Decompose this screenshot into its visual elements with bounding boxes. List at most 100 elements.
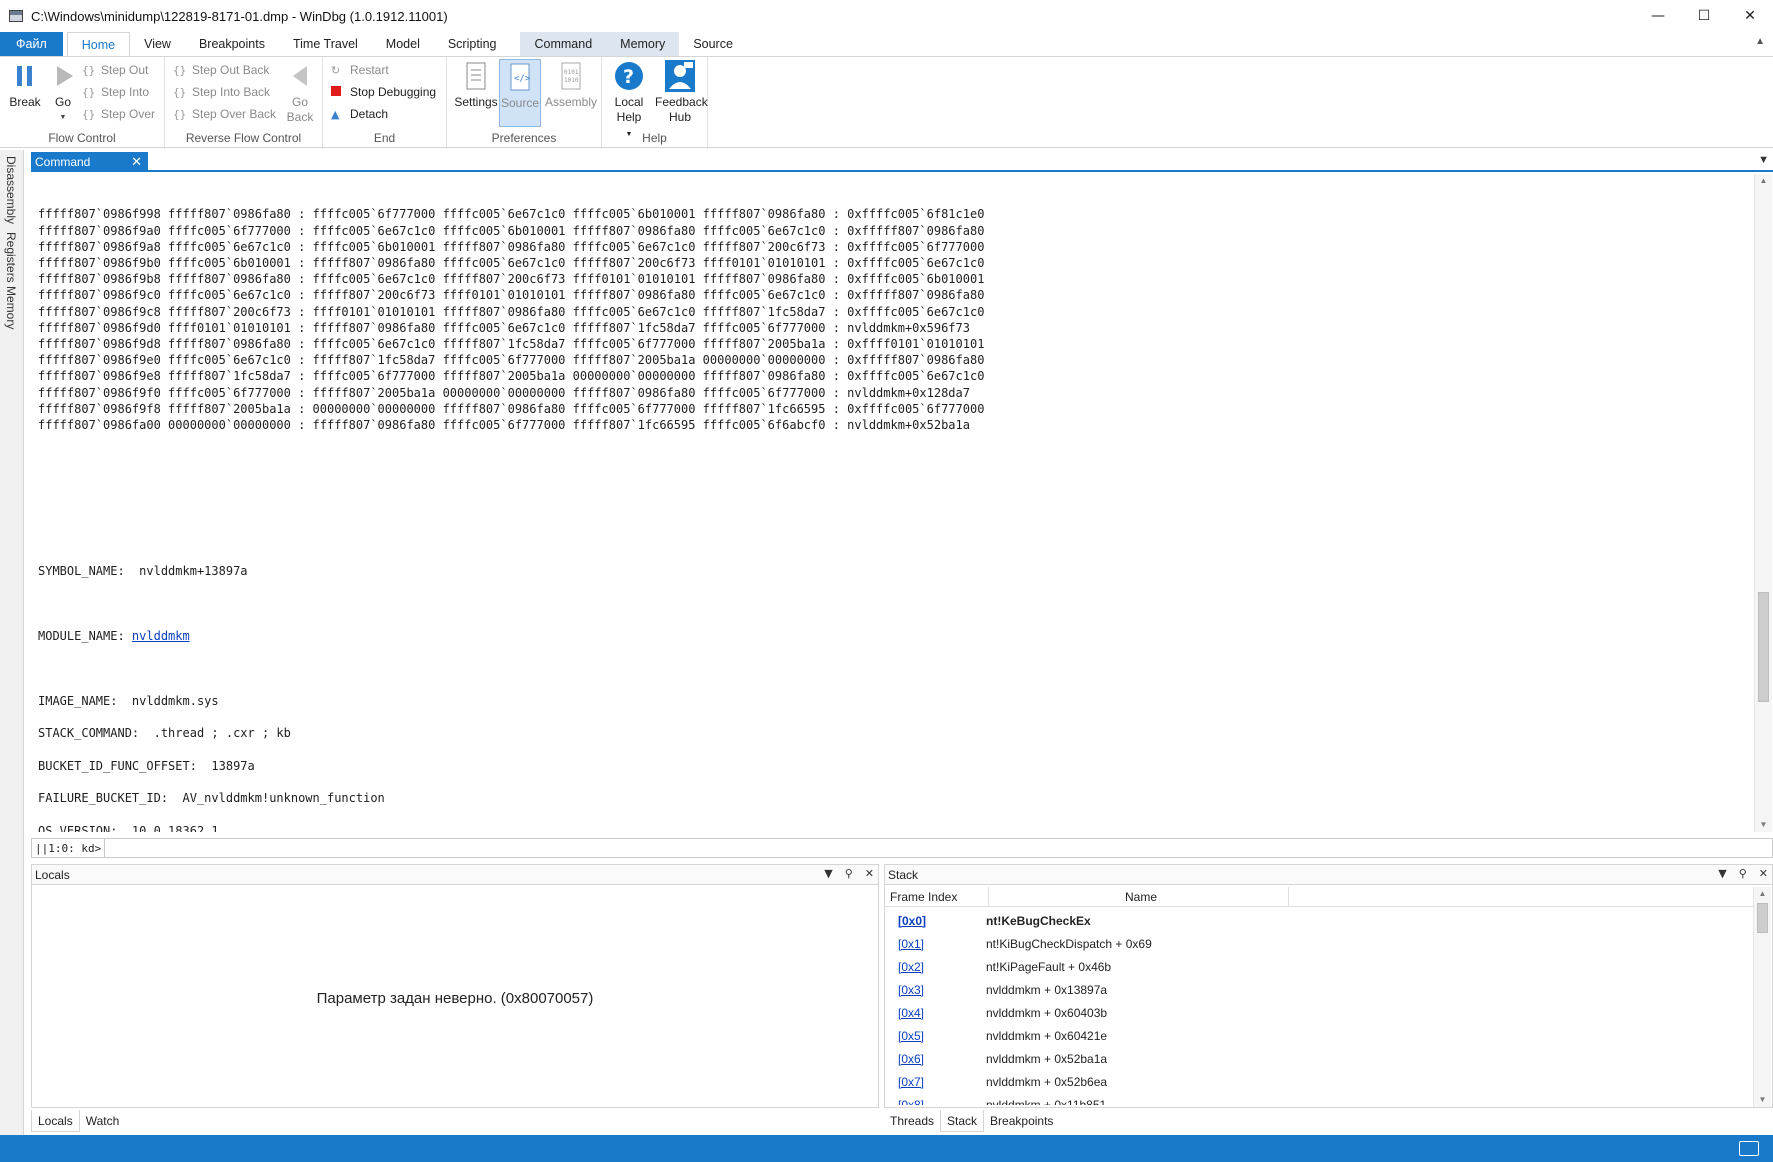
hex-dump-lines: fffff807`0986f998 fffff807`0986fa80 : ff…	[38, 206, 1753, 433]
tab-watch[interactable]: Watch	[80, 1110, 126, 1132]
pause-icon	[9, 59, 41, 93]
command-scrollbar[interactable]: ▲ ▼	[1754, 174, 1772, 832]
hex-dump-line: fffff807`0986f9c0 ffffc005`6e67c1c0 : ff…	[38, 288, 985, 303]
maximize-button[interactable]: ☐	[1681, 0, 1727, 32]
step-into-button[interactable]: {} Step Into	[82, 82, 149, 102]
stack-frame-row[interactable]: [0x8] nvlddmkm + 0x11b851	[885, 1093, 1753, 1106]
step-over-back-button[interactable]: {} Step Over Back	[173, 104, 276, 124]
tab-threads[interactable]: Threads	[884, 1110, 940, 1132]
scroll-up-icon[interactable]: ▲	[1755, 174, 1772, 188]
help-label: Help	[642, 131, 667, 145]
frame-index-cell: [0x7]	[885, 1075, 985, 1089]
minimize-button[interactable]: —	[1635, 0, 1681, 32]
restart-button[interactable]: ↻ Restart	[331, 60, 389, 80]
frame-index-link[interactable]: [0x3]	[898, 983, 924, 997]
frame-index-link[interactable]: [0x2]	[898, 960, 924, 974]
step-out-button[interactable]: {} Step Out	[82, 60, 148, 80]
local-help-button[interactable]: ? Local Help ▼	[608, 59, 650, 142]
frame-index-link[interactable]: [0x0]	[898, 914, 926, 928]
frame-index-link[interactable]: [0x7]	[898, 1075, 924, 1089]
side-tab-disassembly[interactable]: Disassembly	[4, 156, 18, 224]
stop-debugging-button[interactable]: Stop Debugging	[331, 82, 436, 102]
frame-index-link[interactable]: [0x6]	[898, 1052, 924, 1066]
stack-frame-row[interactable]: [0x0] nt!KeBugCheckEx	[885, 909, 1753, 932]
tab-source[interactable]: Source	[679, 32, 747, 56]
column-name[interactable]: Name	[989, 887, 1289, 906]
tab-home[interactable]: Home	[66, 32, 131, 56]
ribbon-collapse-icon[interactable]: ▲	[1755, 36, 1765, 47]
settings-button[interactable]: Settings	[453, 59, 499, 110]
break-button[interactable]: Break	[8, 59, 42, 110]
tab-view[interactable]: View	[130, 32, 185, 56]
panel-dropdown-icon[interactable]: ▼	[1718, 867, 1726, 880]
close-window-button[interactable]: ✕	[1727, 0, 1773, 32]
frame-index-cell: [0x6]	[885, 1052, 985, 1066]
close-panel-icon[interactable]: ✕	[1759, 867, 1768, 880]
close-panel-icon[interactable]: ✕	[865, 867, 874, 880]
column-frame-index[interactable]: Frame Index	[885, 887, 989, 906]
locals-title: Locals	[35, 867, 70, 882]
frame-index-link[interactable]: [0x8]	[898, 1098, 924, 1106]
side-tab-registers[interactable]: Registers	[4, 232, 18, 283]
frame-index-link[interactable]: [0x5]	[898, 1029, 924, 1043]
scroll-down-icon[interactable]: ▼	[1754, 1093, 1771, 1107]
step-out-back-button[interactable]: {} Step Out Back	[173, 60, 269, 80]
module-name-line: MODULE_NAME: nvlddmkm	[38, 628, 1753, 661]
locals-panel-header: Locals ▼ ⚲ ✕	[32, 865, 878, 885]
side-tab-memory[interactable]: Memory	[4, 286, 18, 329]
tab-memory[interactable]: Memory	[606, 32, 680, 56]
tab-command-window[interactable]: Command ✕	[31, 152, 148, 172]
pin-icon[interactable]: ⚲	[845, 867, 853, 880]
stack-frame-row[interactable]: [0x7] nvlddmkm + 0x52b6ea	[885, 1070, 1753, 1093]
frame-index-link[interactable]: [0x1]	[898, 937, 924, 951]
tab-time-travel[interactable]: Time Travel	[279, 32, 372, 56]
command-input[interactable]	[105, 839, 1772, 857]
feedback-chat-icon[interactable]	[1739, 1141, 1759, 1156]
stack-scrollbar[interactable]: ▲ ▼	[1753, 887, 1771, 1107]
tab-locals[interactable]: Locals	[31, 1110, 80, 1132]
detach-button[interactable]: ▲ Detach	[331, 104, 388, 124]
step-over-label: Step Over	[101, 107, 156, 121]
hex-dump-line: fffff807`0986f9d8 fffff807`0986fa80 : ff…	[38, 337, 985, 352]
hex-dump-line: fffff807`0986f9c8 fffff807`200c6f73 : ff…	[38, 304, 985, 319]
local-help-label: Local Help	[614, 95, 644, 124]
step-over-button[interactable]: {} Step Over	[82, 104, 155, 124]
scroll-thumb[interactable]	[1757, 903, 1768, 933]
module-name-link[interactable]: nvlddmkm	[132, 629, 190, 643]
step-into-back-button[interactable]: {} Step Into Back	[173, 82, 270, 102]
go-back-button[interactable]: Go Back	[283, 59, 317, 125]
assembly-mode-button[interactable]: 0101 1010 Assembly	[545, 59, 597, 110]
group-end: ↻ Restart Stop Debugging ▲ Detach End	[323, 57, 447, 149]
pin-icon[interactable]: ⚲	[1739, 867, 1747, 880]
stack-frame-row[interactable]: [0x3] nvlddmkm + 0x13897a	[885, 978, 1753, 1001]
restart-label: Restart	[350, 63, 389, 77]
stack-frame-row[interactable]: [0x1] nt!KiBugCheckDispatch + 0x69	[885, 932, 1753, 955]
panel-menu-icon[interactable]: ▼	[1758, 154, 1769, 166]
tab-scripting[interactable]: Scripting	[434, 32, 511, 56]
source-mode-button[interactable]: </> Source	[499, 59, 541, 127]
stack-frame-row[interactable]: [0x5] nvlddmkm + 0x60421e	[885, 1024, 1753, 1047]
group-flow-control: Break Go ▼ {} Step Out {} Step Into {} Step…	[0, 57, 165, 149]
tab-command[interactable]: Command	[520, 32, 607, 56]
tab-breakpoints[interactable]: Breakpoints	[185, 32, 279, 56]
scroll-down-icon[interactable]: ▼	[1755, 818, 1772, 832]
feedback-hub-button[interactable]: Feedback Hub	[654, 59, 708, 125]
go-button[interactable]: Go ▼	[48, 59, 78, 125]
step-into-back-icon: {}	[173, 85, 187, 99]
tab-model[interactable]: Model	[372, 32, 434, 56]
close-command-tab-icon[interactable]: ✕	[131, 154, 142, 170]
stack-frame-row[interactable]: [0x6] nvlddmkm + 0x52ba1a	[885, 1047, 1753, 1070]
scroll-thumb[interactable]	[1758, 592, 1769, 702]
frame-index-link[interactable]: [0x4]	[898, 1006, 924, 1020]
stack-frame-row[interactable]: [0x4] nvlddmkm + 0x60403b	[885, 1001, 1753, 1024]
panel-dropdown-icon[interactable]: ▼	[824, 867, 832, 880]
go-dropdown-icon[interactable]: ▼	[48, 110, 78, 125]
scroll-up-icon[interactable]: ▲	[1754, 887, 1771, 901]
back-arrow-icon	[284, 59, 316, 93]
tab-stack[interactable]: Stack	[940, 1110, 985, 1132]
tab-file[interactable]: Файл	[0, 32, 63, 56]
tab-breakpoints-panel[interactable]: Breakpoints	[984, 1110, 1059, 1132]
stack-frame-row[interactable]: [0x2] nt!KiPageFault + 0x46b	[885, 955, 1753, 978]
command-output[interactable]: fffff807`0986f998 fffff807`0986fa80 : ff…	[31, 174, 1753, 832]
break-label: Break	[9, 95, 41, 109]
